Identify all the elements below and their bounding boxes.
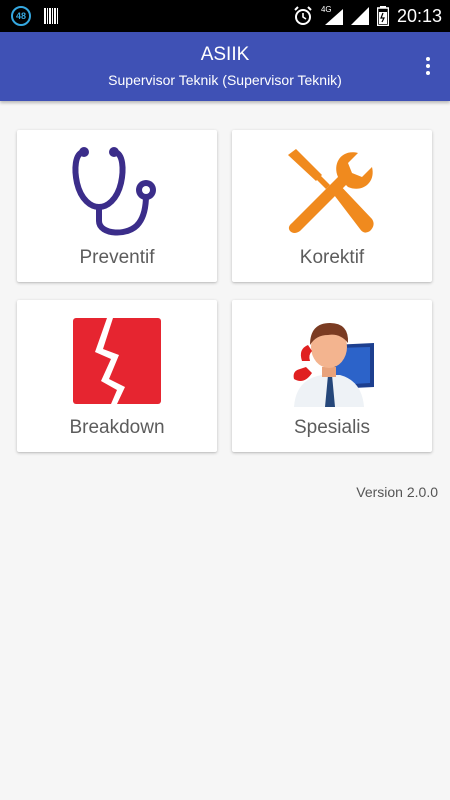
app-subtitle: Supervisor Teknik (Supervisor Teknik) <box>108 72 342 88</box>
alarm-icon <box>294 6 312 25</box>
menu-card-korektif[interactable]: Korektif <box>232 130 432 282</box>
overflow-dot <box>426 71 430 75</box>
notification-count-badge: 48 <box>11 6 31 26</box>
status-bar: 48 4G 20:13 <box>0 0 450 32</box>
broken-page-icon <box>73 318 161 404</box>
menu-card-preventif[interactable]: Preventif <box>17 130 217 282</box>
signal-icon <box>324 9 343 25</box>
menu-card-label: Korektif <box>299 247 365 268</box>
overflow-dot <box>426 64 430 68</box>
version-label: Version 2.0.0 <box>356 484 438 500</box>
battery-icon <box>376 6 389 26</box>
stethoscope-icon <box>72 147 156 236</box>
menu-card-spesialis[interactable]: Spesialis <box>232 300 432 452</box>
barcode-icon <box>44 8 58 24</box>
menu-card-label: Preventif <box>79 247 155 268</box>
signal-icon-2 <box>350 7 369 25</box>
support-agent-icon <box>293 323 374 407</box>
overflow-menu-button[interactable] <box>420 54 436 80</box>
overflow-dot <box>426 57 430 61</box>
menu-card-breakdown[interactable]: Breakdown <box>17 300 217 452</box>
menu-card-label: Spesialis <box>293 417 371 438</box>
menu-card-label: Breakdown <box>69 417 165 438</box>
wrench-screwdriver-icon <box>288 149 374 233</box>
app-bar: ASIIK Supervisor Teknik (Supervisor Tekn… <box>0 32 450 101</box>
app-title: ASIIK <box>200 44 250 65</box>
signal-4g-indicator: 4G <box>321 5 343 25</box>
clock: 20:13 <box>396 5 442 26</box>
